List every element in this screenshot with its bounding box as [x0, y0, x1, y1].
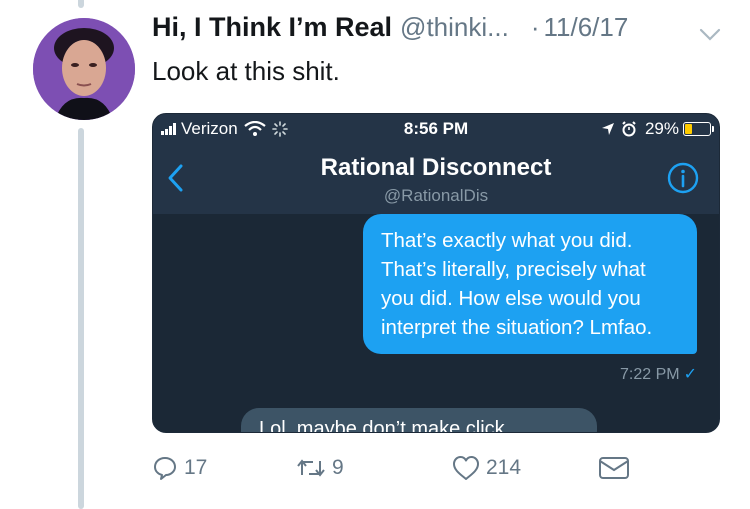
avatar[interactable]: [33, 18, 135, 120]
user-handle[interactable]: @thinki...: [400, 12, 509, 43]
retweet-button[interactable]: 9: [296, 455, 344, 481]
conversation-handle: @RationalDis: [383, 186, 489, 205]
battery-percent: 29%: [644, 119, 679, 138]
tweet-header: Hi, I Think I’m Real @thinki... · 11/6/1…: [152, 12, 732, 52]
battery-icon: [683, 122, 714, 136]
info-icon[interactable]: [667, 162, 699, 194]
message-timestamp: 7:22 PM ✓: [620, 364, 697, 384]
conversation-title: Rational Disconnect: [320, 154, 552, 181]
chevron-down-icon[interactable]: [698, 26, 722, 44]
incoming-message: Lol, maybe don’t make click: [241, 408, 597, 432]
separator-dot: ·: [530, 12, 540, 42]
conversation-header: Rational Disconnect @RationalDis: [153, 144, 719, 215]
message-icon: [599, 457, 629, 479]
read-check-icon: ✓: [683, 366, 697, 383]
retweet-icon: [297, 459, 325, 477]
message-time: 7:22 PM: [620, 366, 680, 383]
like-button[interactable]: 214: [452, 455, 521, 481]
retweet-count: 9: [332, 456, 344, 479]
location-arrow-icon: [601, 123, 614, 135]
tweet-text: Look at this shit.: [152, 56, 340, 86]
thread-line: [78, 128, 84, 509]
tweet-date[interactable]: 11/6/17: [543, 12, 628, 43]
status-bar: Verizon 8:56 PM 29%: [153, 114, 719, 144]
embedded-screenshot[interactable]: Verizon 8:56 PM 29% Rational Disconnect …: [152, 113, 720, 433]
display-name[interactable]: Hi, I Think I’m Real: [152, 12, 392, 43]
outgoing-message: That’s exactly what you did. That’s lite…: [363, 214, 697, 354]
direct-message-button[interactable]: [598, 455, 636, 481]
message-list[interactable]: That’s exactly what you did. That’s lite…: [153, 214, 719, 432]
reply-icon: [154, 457, 176, 480]
tweet-actions: 17 9 214: [152, 455, 652, 489]
alarm-icon: [622, 121, 636, 137]
like-icon: [453, 456, 479, 480]
like-count: 214: [486, 456, 522, 479]
reply-button[interactable]: 17: [152, 455, 207, 481]
avatar-image: [33, 18, 135, 120]
reply-count: 17: [184, 456, 208, 479]
thread-line-top: [78, 0, 84, 8]
